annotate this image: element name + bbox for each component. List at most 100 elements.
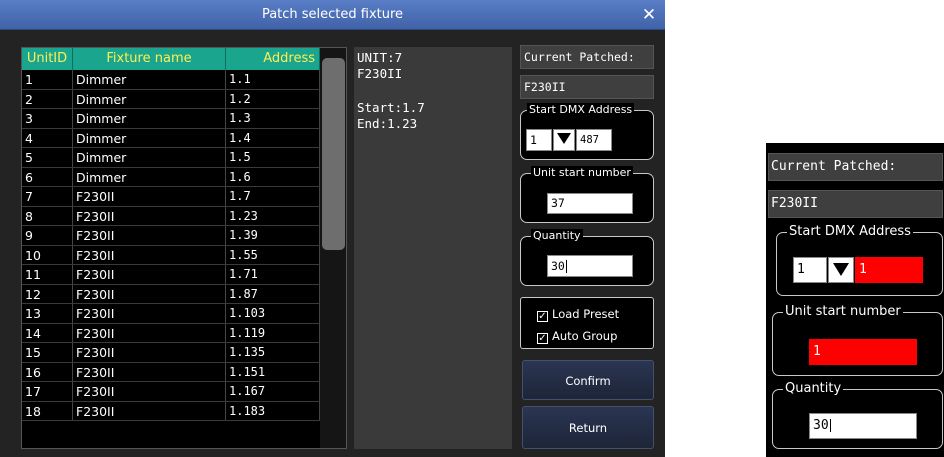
zoom-current-patched-label: Current Patched: xyxy=(768,153,943,181)
unit-start-field[interactable]: 37 xyxy=(547,193,633,214)
table-row[interactable]: 3 Dimmer 1.3 xyxy=(22,109,320,129)
cell-unitid: 1 xyxy=(22,70,73,89)
table-row[interactable]: 11 F230II 1.71 xyxy=(22,265,320,285)
cell-address: 1.119 xyxy=(226,323,320,342)
cell-unitid: 16 xyxy=(22,362,73,381)
zoom-unit-start-group: Unit start number 1 xyxy=(772,304,943,376)
cell-address: 1.55 xyxy=(226,245,320,264)
zoom-unit-start-legend: Unit start number xyxy=(783,304,903,320)
cell-address: 1.103 xyxy=(226,304,320,323)
cell-address: 1.183 xyxy=(226,401,320,420)
zoom-dmx-address-field[interactable]: 1 xyxy=(855,257,923,283)
cell-fixture-name: F230II xyxy=(73,401,226,420)
table-row[interactable]: 1 Dimmer 1.1 xyxy=(22,70,320,90)
cell-unitid: 14 xyxy=(22,323,73,342)
title-bar: Patch selected fixture ✕ xyxy=(0,0,665,30)
table-row[interactable]: 12 F230II 1.87 xyxy=(22,284,320,304)
current-patched-value: F230II xyxy=(520,75,654,99)
table-row[interactable]: 9 F230II 1.39 xyxy=(22,226,320,246)
column-header-fixture-name[interactable]: Fixture name xyxy=(73,48,226,70)
cell-address: 1.23 xyxy=(226,206,320,225)
chevron-down-icon xyxy=(557,133,571,144)
cell-fixture-name: F230II xyxy=(73,265,226,284)
cell-unitid: 5 xyxy=(22,148,73,167)
cell-unitid: 10 xyxy=(22,245,73,264)
cell-unitid: 4 xyxy=(22,128,73,147)
cell-fixture-name: Dimmer xyxy=(73,70,226,89)
quantity-legend: Quantity xyxy=(531,229,583,243)
cell-fixture-name: Dimmer xyxy=(73,109,226,128)
zoom-quantity-group: Quantity 30 xyxy=(772,381,943,449)
scrollbar-thumb[interactable] xyxy=(322,58,345,250)
zoom-quantity-legend: Quantity xyxy=(783,381,844,397)
auto-group-label: Auto Group xyxy=(552,329,618,343)
table-row[interactable]: 7 F230II 1.7 xyxy=(22,187,320,207)
cell-unitid: 8 xyxy=(22,206,73,225)
table-row[interactable]: 18 F230II 1.183 xyxy=(22,401,320,421)
load-preset-option[interactable]: ✓ Load Preset xyxy=(537,306,619,322)
quantity-group: Quantity 30 xyxy=(520,229,654,286)
fixture-table: UnitID Fixture name Address 1 Dimmer 1.1 2 D… xyxy=(21,47,347,449)
zoom-current-patched-value: F230II xyxy=(768,190,943,218)
table-row[interactable]: 2 Dimmer 1.2 xyxy=(22,89,320,109)
cell-unitid: 15 xyxy=(22,343,73,362)
cell-unitid: 6 xyxy=(22,167,73,186)
table-row[interactable]: 16 F230II 1.151 xyxy=(22,362,320,382)
zoom-universe-dropdown-button[interactable] xyxy=(828,257,854,283)
table-header: UnitID Fixture name Address xyxy=(22,48,320,70)
cell-unitid: 3 xyxy=(22,109,73,128)
start-address-label: Start:1.7 xyxy=(357,100,425,115)
cell-unitid: 7 xyxy=(22,187,73,206)
cell-fixture-name: F230II xyxy=(73,187,226,206)
cell-unitid: 11 xyxy=(22,265,73,284)
zoom-chevron-down-icon xyxy=(833,263,849,276)
cell-unitid: 17 xyxy=(22,382,73,401)
cell-unitid: 12 xyxy=(22,284,73,303)
table-row[interactable]: 13 F230II 1.103 xyxy=(22,304,320,324)
zoom-quantity-value: 30 xyxy=(813,418,829,433)
quantity-field[interactable]: 30 xyxy=(547,255,633,277)
zoom-unit-start-field[interactable]: 1 xyxy=(809,339,917,365)
return-button[interactable]: Return xyxy=(522,406,654,449)
column-header-address[interactable]: Address xyxy=(226,48,320,70)
zoom-quantity-field[interactable]: 30 xyxy=(809,413,917,439)
confirm-button[interactable]: Confirm xyxy=(522,360,654,400)
table-row[interactable]: 10 F230II 1.55 xyxy=(22,245,320,265)
load-preset-checkbox[interactable]: ✓ xyxy=(537,311,548,322)
cell-address: 1.5 xyxy=(226,148,320,167)
universe-field[interactable]: 1 xyxy=(526,129,552,151)
cell-fixture-name: F230II xyxy=(73,284,226,303)
start-dmx-legend: Start DMX Address xyxy=(527,103,635,117)
auto-group-option[interactable]: ✓ Auto Group xyxy=(537,328,617,344)
cell-fixture-name: F230II xyxy=(73,206,226,225)
column-header-unitid[interactable]: UnitID xyxy=(22,48,73,70)
table-row[interactable]: 4 Dimmer 1.4 xyxy=(22,128,320,148)
unit-fixture-name: F230II xyxy=(357,66,403,81)
table-row[interactable]: 15 F230II 1.135 xyxy=(22,343,320,363)
load-preset-label: Load Preset xyxy=(552,307,620,321)
quantity-value: 30 xyxy=(551,259,565,273)
zoom-universe-field[interactable]: 1 xyxy=(793,257,827,283)
table-row[interactable]: 8 F230II 1.23 xyxy=(22,206,320,226)
table-body: 1 Dimmer 1.1 2 Dimmer 1.2 3 Dimmer 1.3 4 Dimmer 1.4… xyxy=(22,70,320,421)
cell-fixture-name: F230II xyxy=(73,323,226,342)
cell-fixture-name: F230II xyxy=(73,304,226,323)
dmx-address-field[interactable]: 487 xyxy=(576,129,612,151)
universe-dropdown-button[interactable] xyxy=(553,129,575,151)
table-row[interactable]: 17 F230II 1.167 xyxy=(22,382,320,402)
dialog-title: Patch selected fixture xyxy=(261,7,404,22)
cell-fixture-name: F230II xyxy=(73,382,226,401)
cell-address: 1.135 xyxy=(226,343,320,362)
auto-group-checkbox[interactable]: ✓ xyxy=(537,333,548,344)
cell-fixture-name: Dimmer xyxy=(73,128,226,147)
table-row[interactable]: 5 Dimmer 1.5 xyxy=(22,148,320,168)
unit-info-panel: UNIT:7 F230II Start:1.7 End:1.23 xyxy=(354,47,512,449)
table-row[interactable]: 14 F230II 1.119 xyxy=(22,323,320,343)
close-icon[interactable]: ✕ xyxy=(639,5,659,25)
table-row[interactable]: 6 Dimmer 1.6 xyxy=(22,167,320,187)
cell-unitid: 2 xyxy=(22,89,73,108)
cell-address: 1.151 xyxy=(226,362,320,381)
cell-unitid: 13 xyxy=(22,304,73,323)
table-scrollbar[interactable] xyxy=(320,48,346,448)
cell-address: 1.71 xyxy=(226,265,320,284)
